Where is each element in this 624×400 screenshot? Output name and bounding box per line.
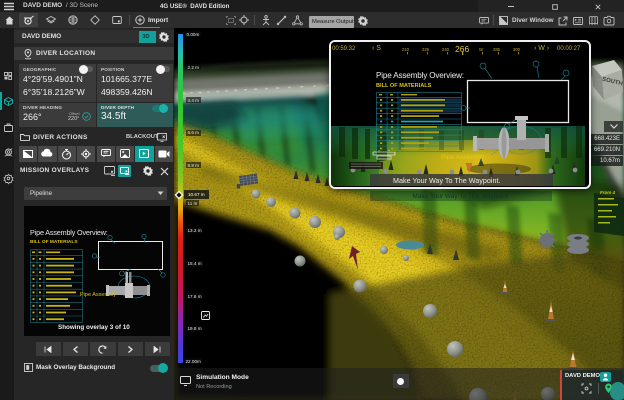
- svg-text:From 4: From 4: [600, 190, 616, 195]
- svg-text:Make Your Way To The Waypoint.: Make Your Way To The Waypoint.: [412, 193, 509, 200]
